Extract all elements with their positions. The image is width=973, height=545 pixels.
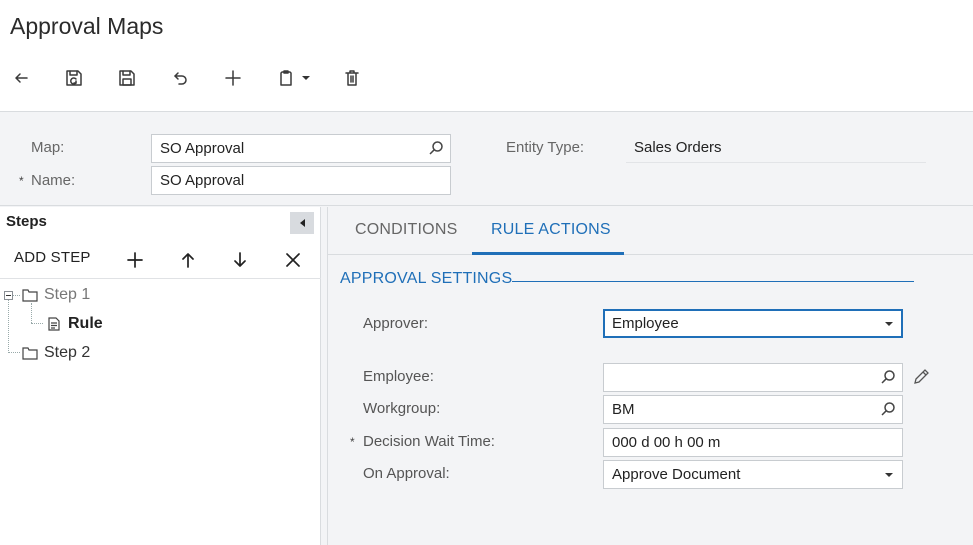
save-icon bbox=[119, 70, 135, 86]
decision-wait-field[interactable]: 000 d 00 h 00 m bbox=[603, 428, 903, 457]
chevron-down-icon bbox=[885, 322, 893, 326]
chevron-down-icon bbox=[885, 473, 893, 477]
tab-conditions[interactable]: CONDITIONS bbox=[355, 221, 457, 239]
header-form: Map: SO Approval * Name: SO Approval Ent… bbox=[0, 112, 973, 206]
title-bar: Approval Maps bbox=[0, 0, 973, 112]
employee-label: Employee: bbox=[363, 368, 434, 385]
on-approval-value: Approve Document bbox=[612, 466, 741, 483]
name-label: Name: bbox=[31, 172, 76, 189]
save-button[interactable] bbox=[111, 62, 143, 94]
name-required-star: * bbox=[19, 174, 24, 188]
workgroup-label: Workgroup: bbox=[363, 400, 441, 417]
on-approval-select[interactable]: Approve Document bbox=[603, 460, 903, 489]
steps-title: Steps bbox=[6, 213, 47, 230]
tree-connector bbox=[31, 303, 32, 323]
employee-field[interactable] bbox=[603, 363, 903, 392]
tab-bar: CONDITIONS RULE ACTIONS bbox=[328, 207, 973, 255]
tree-item-label: Step 1 bbox=[44, 286, 91, 303]
approver-label: Approver: bbox=[363, 315, 429, 332]
steps-panel: Steps ADD STEP Step 1 Rule Step 2 bbox=[0, 207, 321, 545]
tab-rule-actions[interactable]: RULE ACTIONS bbox=[491, 221, 611, 239]
name-field[interactable]: SO Approval bbox=[151, 166, 451, 195]
map-label: Map: bbox=[31, 139, 65, 156]
collapse-step-1-toggle[interactable] bbox=[4, 291, 13, 300]
search-icon[interactable] bbox=[428, 140, 444, 156]
tree-connector bbox=[13, 295, 20, 296]
rule-details-panel: CONDITIONS RULE ACTIONS APPROVAL SETTING… bbox=[327, 207, 973, 545]
add-step-button[interactable]: ADD STEP bbox=[14, 249, 91, 266]
approver-value: Employee bbox=[612, 315, 679, 332]
chevron-down-icon bbox=[302, 76, 310, 80]
arrow-up-icon bbox=[182, 253, 194, 268]
tree-connector bbox=[8, 352, 20, 353]
delete-button[interactable] bbox=[336, 62, 368, 94]
add-button[interactable] bbox=[217, 62, 249, 94]
copy-paste-dropdown[interactable] bbox=[296, 62, 316, 94]
tree-connector bbox=[8, 299, 9, 353]
map-value: SO Approval bbox=[160, 140, 245, 157]
edit-pencil-icon[interactable] bbox=[912, 368, 930, 386]
on-approval-label: On Approval: bbox=[363, 465, 450, 482]
save-close-button[interactable] bbox=[58, 62, 90, 94]
move-down-button[interactable] bbox=[226, 246, 254, 274]
trash-icon bbox=[345, 70, 359, 86]
main-toolbar bbox=[0, 62, 400, 94]
steps-toolbar: ADD STEP bbox=[0, 240, 321, 279]
plus-icon bbox=[127, 252, 143, 268]
tree-item-label: Rule bbox=[68, 315, 103, 332]
arrow-down-icon bbox=[234, 252, 246, 267]
page-title: Approval Maps bbox=[10, 13, 164, 39]
workgroup-value: BM bbox=[612, 401, 635, 418]
back-arrow-icon bbox=[15, 73, 28, 83]
search-icon[interactable] bbox=[880, 401, 896, 417]
plus-icon bbox=[225, 70, 241, 86]
tree-connector bbox=[31, 323, 43, 324]
map-selector[interactable]: SO Approval bbox=[151, 134, 451, 163]
name-value: SO Approval bbox=[160, 172, 245, 189]
document-icon bbox=[46, 317, 62, 331]
decision-wait-value: 000 d 00 h 00 m bbox=[612, 434, 721, 451]
tree-item-step-2[interactable]: Step 2 bbox=[22, 344, 90, 362]
approver-select[interactable]: Employee bbox=[603, 309, 903, 338]
tree-item-label: Step 2 bbox=[44, 344, 91, 361]
save-close-icon bbox=[66, 70, 82, 86]
active-tab-indicator bbox=[472, 252, 624, 255]
add-rule-button[interactable] bbox=[121, 246, 149, 274]
steps-tree: Step 1 Rule Step 2 bbox=[0, 281, 320, 381]
decision-wait-label: Decision Wait Time: bbox=[363, 433, 495, 450]
entity-type-label: Entity Type: bbox=[506, 139, 585, 156]
workgroup-field[interactable]: BM bbox=[603, 395, 903, 424]
clipboard-icon bbox=[280, 70, 292, 86]
caret-left-icon bbox=[299, 219, 305, 227]
section-divider bbox=[512, 281, 914, 282]
undo-button[interactable] bbox=[164, 62, 196, 94]
entity-type-value: Sales Orders bbox=[634, 139, 722, 156]
search-icon[interactable] bbox=[880, 369, 896, 385]
move-up-button[interactable] bbox=[174, 246, 202, 274]
delete-step-button[interactable] bbox=[279, 246, 307, 274]
undo-icon bbox=[174, 72, 187, 85]
entity-type-underline bbox=[626, 162, 926, 163]
tree-item-step-1[interactable]: Step 1 bbox=[22, 286, 90, 304]
decision-wait-required-star: * bbox=[350, 435, 355, 449]
section-title: APPROVAL SETTINGS bbox=[340, 270, 513, 287]
close-icon bbox=[286, 253, 300, 267]
back-button[interactable] bbox=[5, 62, 37, 94]
folder-icon bbox=[22, 346, 38, 360]
collapse-panel-button[interactable] bbox=[290, 212, 314, 234]
tree-item-rule[interactable]: Rule bbox=[46, 315, 103, 333]
folder-icon bbox=[22, 288, 38, 302]
